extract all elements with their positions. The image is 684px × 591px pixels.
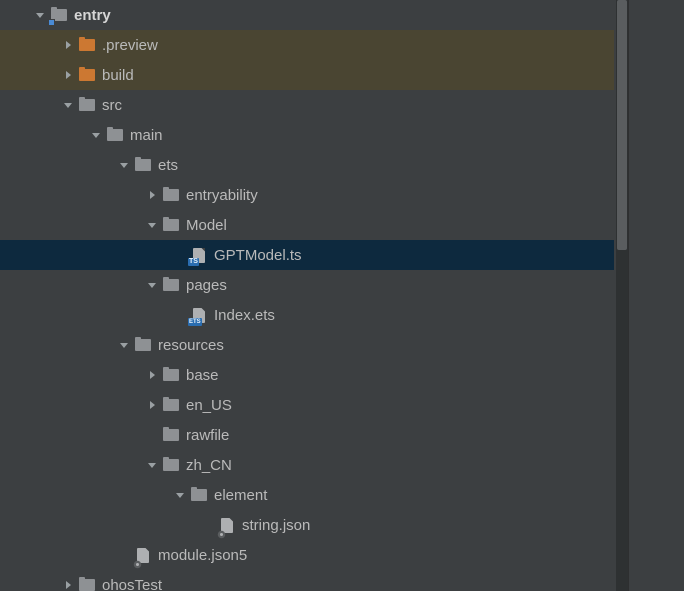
tree-row-model[interactable]: Model (0, 210, 614, 240)
folder-icon (162, 366, 180, 384)
chevron-down-icon[interactable] (118, 159, 130, 171)
tree-item-label: module.json5 (158, 547, 247, 564)
tree-row-build[interactable]: build (0, 60, 614, 90)
tree-row-pages[interactable]: pages (0, 270, 614, 300)
tree-item-label: Model (186, 217, 227, 234)
tree-row-resources[interactable]: resources (0, 330, 614, 360)
ts-file-icon: TS (190, 246, 208, 264)
tree-item-label: string.json (242, 517, 310, 534)
folder-icon (162, 276, 180, 294)
tree-item-label: entryability (186, 187, 258, 204)
tree-item-label: build (102, 67, 134, 84)
tree-row-src[interactable]: src (0, 90, 614, 120)
chevron-right-icon[interactable] (146, 369, 158, 381)
project-tree[interactable]: entry .preview build srcmain ets entryability… (0, 0, 614, 591)
folder-icon (162, 396, 180, 414)
folder-icon (162, 216, 180, 234)
folder-icon (78, 36, 96, 54)
folder-icon (162, 456, 180, 474)
tree-item-label: resources (158, 337, 224, 354)
chevron-down-icon[interactable] (146, 219, 158, 231)
tree-row-ohostest[interactable]: ohosTest (0, 570, 614, 591)
chevron-right-icon[interactable] (146, 189, 158, 201)
folder-icon (190, 486, 208, 504)
folder-icon (78, 96, 96, 114)
chevron-down-icon[interactable] (146, 279, 158, 291)
editor-gutter (628, 0, 684, 591)
folder-icon (134, 156, 152, 174)
tree-item-label: .preview (102, 37, 158, 54)
tree-item-label: pages (186, 277, 227, 294)
tree-item-label: base (186, 367, 219, 384)
chevron-right-icon[interactable] (62, 39, 74, 51)
vertical-scrollbar-thumb[interactable] (617, 0, 627, 250)
chevron-down-icon[interactable] (146, 459, 158, 471)
tree-item-label: zh_CN (186, 457, 232, 474)
chevron-down-icon[interactable] (62, 99, 74, 111)
chevron-right-icon[interactable] (146, 399, 158, 411)
tree-row-entry[interactable]: entry (0, 0, 614, 30)
chevron-down-icon[interactable] (118, 339, 130, 351)
tree-row-en-us[interactable]: en_US (0, 390, 614, 420)
tree-item-label: src (102, 97, 122, 114)
tree-row-preview[interactable]: .preview (0, 30, 614, 60)
tree-item-label: rawfile (186, 427, 229, 444)
tree-item-label: entry (74, 7, 111, 24)
chevron-down-icon[interactable] (90, 129, 102, 141)
tree-row-entryability[interactable]: entryability (0, 180, 614, 210)
tree-item-label: ohosTest (102, 577, 162, 591)
folder-icon (106, 126, 124, 144)
tree-row-rawfile[interactable]: rawfile (0, 420, 614, 450)
chevron-down-icon[interactable] (174, 489, 186, 501)
tree-item-label: main (130, 127, 163, 144)
tree-row-module-json5[interactable]: module.json5 (0, 540, 614, 570)
tree-item-label: element (214, 487, 267, 504)
tree-row-main[interactable]: main (0, 120, 614, 150)
chevron-down-icon[interactable] (34, 9, 46, 21)
tree-row-gptmodel[interactable]: TS GPTModel.ts (0, 240, 614, 270)
tree-row-string-json[interactable]: string.json (0, 510, 614, 540)
chevron-right-icon[interactable] (62, 579, 74, 591)
folder-icon (78, 66, 96, 84)
ets-file-icon: ETS (190, 306, 208, 324)
tree-item-label: en_US (186, 397, 232, 414)
folder-icon (162, 186, 180, 204)
tree-item-label: GPTModel.ts (214, 247, 302, 264)
folder-icon (162, 426, 180, 444)
module-folder-icon (50, 6, 68, 24)
json-config-file-icon (134, 546, 152, 564)
tree-row-zh-cn[interactable]: zh_CN (0, 450, 614, 480)
json-config-file-icon (218, 516, 236, 534)
tree-row-index-ets[interactable]: ETS Index.ets (0, 300, 614, 330)
tree-row-element[interactable]: element (0, 480, 614, 510)
tree-item-label: ets (158, 157, 178, 174)
folder-icon (134, 336, 152, 354)
vertical-scrollbar-track[interactable] (616, 0, 628, 591)
tree-row-ets[interactable]: ets (0, 150, 614, 180)
tree-row-base[interactable]: base (0, 360, 614, 390)
chevron-right-icon[interactable] (62, 69, 74, 81)
tree-item-label: Index.ets (214, 307, 275, 324)
folder-icon (78, 576, 96, 591)
